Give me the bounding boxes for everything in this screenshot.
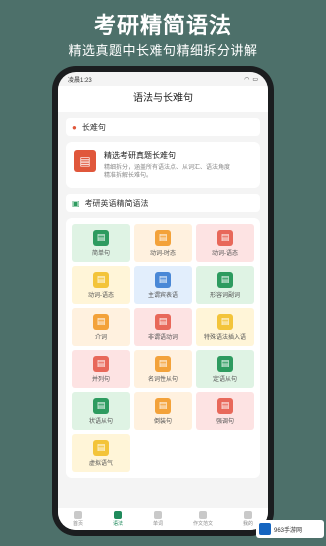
tab-0[interactable]: 首页 — [73, 511, 83, 527]
status-icons: ◠ ▭ — [244, 76, 258, 83]
tab-icon — [243, 511, 252, 519]
tab-2[interactable]: 单词 — [153, 511, 163, 527]
grammar-icon: ▤ — [155, 355, 171, 372]
tile-label: 定语从句 — [212, 376, 237, 383]
grammar-icon: ▤ — [217, 355, 233, 372]
tab-label: 作文范文 — [192, 521, 213, 527]
tile-label: 强调句 — [215, 418, 234, 425]
tile-label: 倒装句 — [153, 418, 172, 425]
grammar-tile[interactable]: ▤ 简单句 — [72, 224, 130, 262]
page-title: 语法与长难句 — [58, 86, 268, 112]
grammar-tile[interactable]: ▤ 非谓语动词 — [134, 308, 192, 346]
grammar-icon: ▤ — [93, 229, 109, 246]
grammar-icon: ▤ — [93, 355, 109, 372]
phone-screen: 凌晨1:23 ◠ ▭ 语法与长难句 ● 长难句 ▤ 精选考研真题长难句 精细拆分… — [58, 72, 268, 530]
wifi-icon: ◠ — [244, 76, 250, 83]
battery-icon: ▭ — [252, 76, 258, 83]
grammar-tile[interactable]: ▤ 动词-语态 — [196, 224, 254, 262]
grammar-tile[interactable]: ▤ 介词 — [72, 308, 130, 346]
tab-label: 首页 — [72, 521, 83, 527]
grammar-icon: ▤ — [155, 397, 171, 414]
tile-label: 非谓语动词 — [147, 334, 178, 341]
tile-label: 主谓宾表语 — [147, 292, 178, 299]
grammar-icon: ▤ — [93, 397, 109, 414]
grammar-icon: ▤ — [93, 271, 109, 288]
tab-4[interactable]: 我的 — [243, 511, 253, 527]
tab-icon — [113, 511, 122, 519]
tab-label: 语法 — [112, 521, 123, 527]
logo-icon — [259, 523, 271, 535]
grammar-tile[interactable]: ▤ 名词性从句 — [134, 350, 192, 388]
promo-title: 考研精简语法 — [93, 13, 232, 38]
book-icon: ▤ — [74, 150, 96, 172]
grammar-icon: ▤ — [155, 271, 171, 288]
tile-label: 动词-语态 — [88, 292, 114, 299]
tile-label: 动词-语态 — [212, 250, 238, 257]
grammar-icon: ▤ — [217, 271, 233, 288]
grammar-icon: ▤ — [155, 313, 171, 330]
tile-label: 介词 — [94, 334, 107, 341]
card-desc: 精细拆分，涵盖所有语法点、从词汇、语法角度精准拆解长难句。 — [104, 165, 231, 179]
section-grammar: ▣ 考研英语精简语法 — [66, 194, 260, 212]
watermark-text: 963手游网 — [274, 527, 303, 534]
long-sentence-card[interactable]: ▤ 精选考研真题长难句 精细拆分，涵盖所有语法点、从词汇、语法角度精准拆解长难句… — [66, 142, 260, 188]
tab-icon — [153, 511, 162, 519]
tile-label: 状语从句 — [88, 418, 113, 425]
grammar-icon: ▤ — [93, 439, 109, 456]
user-icon: ● — [72, 122, 77, 132]
grammar-icon: ▤ — [155, 229, 171, 246]
grammar-icon: ▤ — [217, 313, 233, 330]
tab-icon — [73, 511, 82, 519]
section-label: 长难句 — [81, 122, 106, 132]
tile-label: 简单句 — [91, 250, 110, 257]
tile-label: 虚拟语气 — [88, 460, 113, 467]
section-long-sentences: ● 长难句 — [66, 118, 260, 136]
grammar-tile[interactable]: ▤ 虚拟语气 — [72, 434, 130, 472]
grammar-tile[interactable]: ▤ 倒装句 — [134, 392, 192, 430]
promo-subtitle: 精选真题中长难句精细拆分讲解 — [68, 43, 258, 58]
tab-3[interactable]: 作文范文 — [193, 511, 213, 527]
tile-label: 动词-时态 — [150, 250, 176, 257]
status-time: 凌晨1:23 — [68, 77, 92, 84]
grammar-icon: ▤ — [217, 397, 233, 414]
grammar-tile[interactable]: ▤ 主谓宾表语 — [134, 266, 192, 304]
tile-label: 特殊语法插入语 — [203, 334, 246, 341]
grammar-tile[interactable]: ▤ 定语从句 — [196, 350, 254, 388]
card-title: 精选考研真题长难句 — [104, 151, 176, 160]
tile-label: 形容词副词 — [209, 292, 240, 299]
grammar-icon: ▤ — [217, 229, 233, 246]
grammar-tile[interactable]: ▤ 形容词副词 — [196, 266, 254, 304]
tab-label: 单词 — [152, 521, 163, 527]
tab-bar: 首页 语法 单词 作文范文 我的 — [58, 508, 268, 530]
grammar-icon: ▤ — [93, 313, 109, 330]
tab-label: 我的 — [242, 521, 253, 527]
tile-label: 并列句 — [91, 376, 110, 383]
status-bar: 凌晨1:23 ◠ ▭ — [58, 72, 268, 86]
grammar-tile[interactable]: ▤ 并列句 — [72, 350, 130, 388]
tile-label: 名词性从句 — [147, 376, 178, 383]
tab-icon — [198, 511, 207, 519]
grammar-tile[interactable]: ▤ 动词-语态 — [72, 266, 130, 304]
tab-1[interactable]: 语法 — [113, 511, 123, 527]
grammar-tile[interactable]: ▤ 强调句 — [196, 392, 254, 430]
grammar-tile[interactable]: ▤ 特殊语法插入语 — [196, 308, 254, 346]
grammar-grid: ▤ 简单句 ▤ 动词-时态 ▤ 动词-语态 ▤ 动词-语态 ▤ 主谓宾表语 ▤ 形容词副词 ▤ 介词 ▤ 非谓… — [66, 218, 260, 478]
watermark-badge: 963手游网 — [256, 520, 324, 538]
grammar-tile[interactable]: ▤ 动词-时态 — [134, 224, 192, 262]
grammar-tile[interactable]: ▤ 状语从句 — [72, 392, 130, 430]
section-label: 考研英语精简语法 — [84, 198, 149, 208]
chat-icon: ▣ — [72, 198, 80, 208]
